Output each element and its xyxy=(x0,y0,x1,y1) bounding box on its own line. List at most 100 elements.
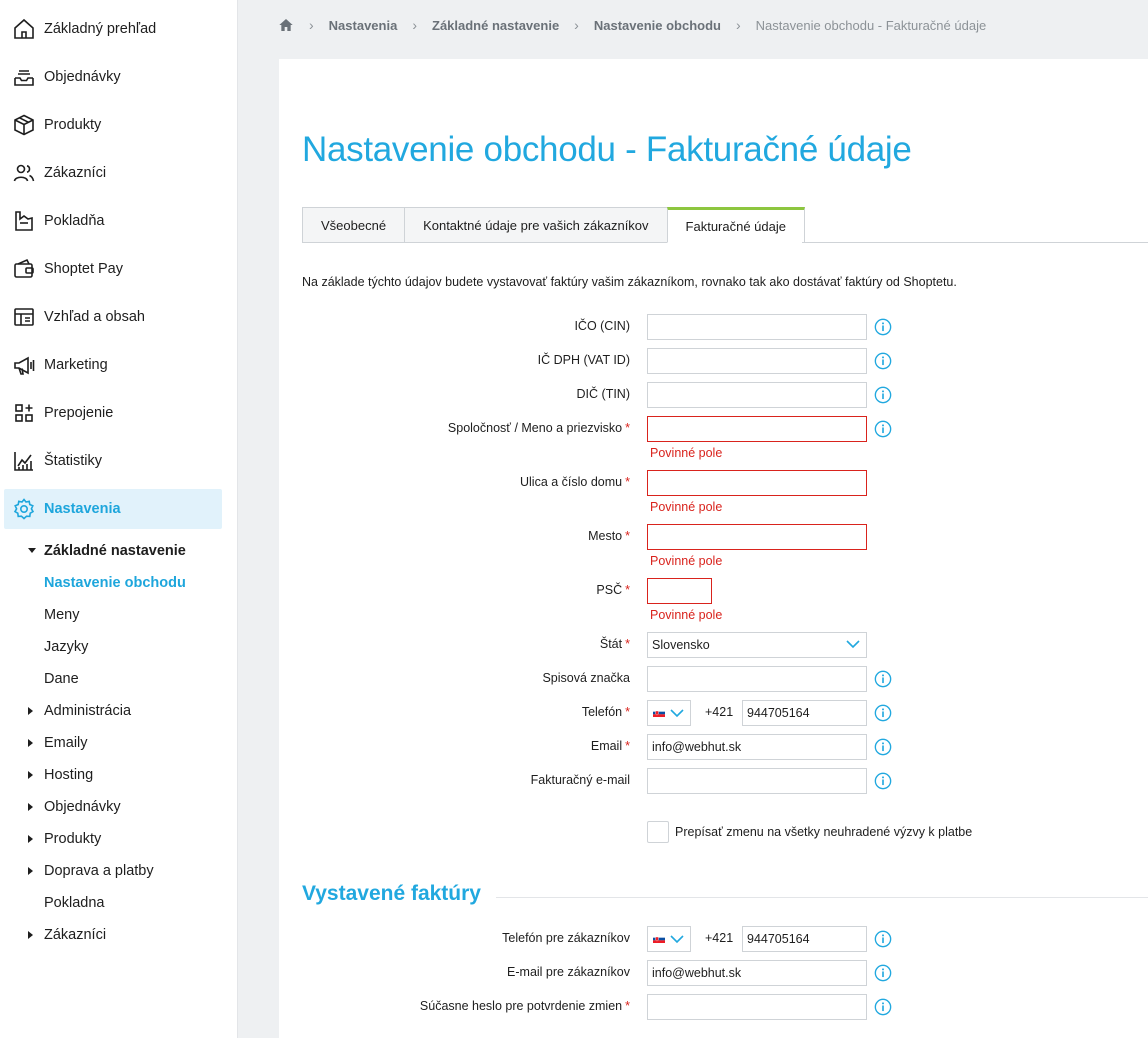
submenu-administration[interactable]: Administrácia xyxy=(44,700,131,722)
slovakia-flag-icon xyxy=(653,709,665,717)
info-icon[interactable] xyxy=(874,772,892,790)
street-input[interactable] xyxy=(647,470,867,496)
sidebar: Základný prehľad Objednávky Produkty Zák… xyxy=(0,0,238,1038)
nav-item-dashboard[interactable]: Základný prehľad xyxy=(4,9,222,49)
submenu-shipping-payments[interactable]: Doprava a platby xyxy=(44,860,154,882)
nav-item-label: Marketing xyxy=(44,357,108,373)
email-input[interactable] xyxy=(647,734,867,760)
breadcrumb-item[interactable]: Základné nastavenie xyxy=(432,18,559,33)
submenu-pos[interactable]: Pokladna xyxy=(44,892,104,914)
caret-right-icon xyxy=(28,771,33,779)
tab-general[interactable]: Všeobecné xyxy=(302,207,405,243)
info-icon[interactable] xyxy=(874,704,892,722)
phone-country-select[interactable] xyxy=(647,700,691,726)
nav-item-shoptet-pay[interactable]: Shoptet Pay xyxy=(4,249,222,289)
breadcrumb-item[interactable]: Nastavenia xyxy=(329,18,398,33)
customer-phone-prefix: +421 xyxy=(705,931,734,945)
nav-item-products[interactable]: Produkty xyxy=(4,105,222,145)
breadcrumb: › Nastavenia › Základné nastavenie › Nas… xyxy=(278,14,986,36)
chevron-down-icon xyxy=(670,935,684,944)
submenu-basic-settings[interactable]: Základné nastavenie xyxy=(44,540,186,562)
vat-id-label-text: IČ DPH (VAT ID) xyxy=(537,353,630,367)
customer-email-input[interactable] xyxy=(647,960,867,986)
home-icon xyxy=(14,18,34,39)
zip-label: PSČ * xyxy=(596,583,630,597)
nav-item-label: Prepojenie xyxy=(44,405,114,421)
vat-id-label: IČ DPH (VAT ID) xyxy=(538,353,630,367)
phone-input[interactable] xyxy=(742,700,867,726)
gear-icon xyxy=(13,498,35,520)
caret-right-icon xyxy=(28,803,33,811)
box-icon xyxy=(14,114,34,136)
breadcrumb-item[interactable]: Nastavenie obchodu xyxy=(594,18,721,33)
required-mark: * xyxy=(625,529,630,543)
submenu-products[interactable]: Produkty xyxy=(44,828,101,850)
nav-item-settings[interactable]: Nastavenia xyxy=(4,489,222,529)
caret-down-icon xyxy=(28,548,36,553)
city-input[interactable] xyxy=(647,524,867,550)
tin-input[interactable] xyxy=(647,382,867,408)
nav-item-pos[interactable]: Pokladňa xyxy=(4,201,222,241)
submenu-hosting[interactable]: Hosting xyxy=(44,764,93,786)
password-label-text: Súčasne heslo pre potvrdenie zmien xyxy=(419,999,623,1013)
password-input[interactable] xyxy=(647,994,867,1020)
required-mark: * xyxy=(625,583,630,597)
caret-right-icon xyxy=(28,931,33,939)
required-mark: * xyxy=(625,999,630,1013)
customer-phone-input[interactable] xyxy=(742,926,867,952)
tab-contact-info[interactable]: Kontaktné údaje pre vašich zákazníkov xyxy=(404,207,667,243)
chevron-down-icon xyxy=(846,640,860,649)
section-divider xyxy=(496,897,1148,898)
ico-input[interactable] xyxy=(647,314,867,340)
nav-item-appearance[interactable]: Vzhľad a obsah xyxy=(4,297,222,337)
street-label-text: Ulica a číslo domu xyxy=(520,475,623,489)
info-icon[interactable] xyxy=(874,420,892,438)
required-mark: * xyxy=(625,475,630,489)
password-label: Súčasne heslo pre potvrdenie zmien * xyxy=(420,999,630,1013)
info-icon[interactable] xyxy=(874,386,892,404)
company-input[interactable] xyxy=(647,416,867,442)
submenu-taxes[interactable]: Dane xyxy=(44,668,79,690)
registry-input[interactable] xyxy=(647,666,867,692)
vat-id-input[interactable] xyxy=(647,348,867,374)
registry-label: Spisová značka xyxy=(542,671,630,685)
info-icon[interactable] xyxy=(874,670,892,688)
nav-item-orders[interactable]: Objednávky xyxy=(4,57,222,97)
zip-label-text: PSČ xyxy=(596,583,623,597)
slovakia-flag-icon xyxy=(653,935,665,943)
invoice-email-input[interactable] xyxy=(647,768,867,794)
info-icon[interactable] xyxy=(874,738,892,756)
city-label-text: Mesto xyxy=(588,529,623,543)
layout-icon xyxy=(14,308,34,326)
customer-phone-country-select[interactable] xyxy=(647,926,691,952)
nav-item-marketing[interactable]: Marketing xyxy=(4,345,222,385)
nav-item-statistics[interactable]: Štatistiky xyxy=(4,441,222,481)
nav-item-label: Základný prehľad xyxy=(44,21,157,37)
overwrite-checkbox[interactable] xyxy=(647,821,669,843)
info-icon[interactable] xyxy=(874,930,892,948)
nav-item-customers[interactable]: Zákazníci xyxy=(4,153,222,193)
submenu-customers[interactable]: Zákazníci xyxy=(44,924,106,946)
customer-email-label-text: E-mail pre zákazníkov xyxy=(507,965,630,979)
info-icon[interactable] xyxy=(874,352,892,370)
section-title-issued-invoices: Vystavené faktúry xyxy=(302,882,481,905)
country-select[interactable]: Slovensko xyxy=(647,632,867,658)
home-icon[interactable] xyxy=(278,17,294,33)
nav-item-integrations[interactable]: Prepojenie xyxy=(4,393,222,433)
submenu-currencies[interactable]: Meny xyxy=(44,604,79,626)
tab-billing-info[interactable]: Fakturačné údaje xyxy=(666,207,805,243)
tin-label: DIČ (TIN) xyxy=(577,387,630,401)
submenu-languages[interactable]: Jazyky xyxy=(44,636,88,658)
submenu-emails[interactable]: Emaily xyxy=(44,732,88,754)
street-error: Povinné pole xyxy=(650,500,723,514)
nav-item-label: Produkty xyxy=(44,117,102,133)
info-icon[interactable] xyxy=(874,964,892,982)
info-icon[interactable] xyxy=(874,998,892,1016)
zip-input[interactable] xyxy=(647,578,712,604)
nav-item-label: Objednávky xyxy=(44,69,121,85)
submenu-shop-settings[interactable]: Nastavenie obchodu xyxy=(44,572,186,594)
nav-item-label: Štatistiky xyxy=(44,453,103,469)
info-icon[interactable] xyxy=(874,318,892,336)
submenu-orders[interactable]: Objednávky xyxy=(44,796,121,818)
country-label: Štát * xyxy=(600,637,630,651)
